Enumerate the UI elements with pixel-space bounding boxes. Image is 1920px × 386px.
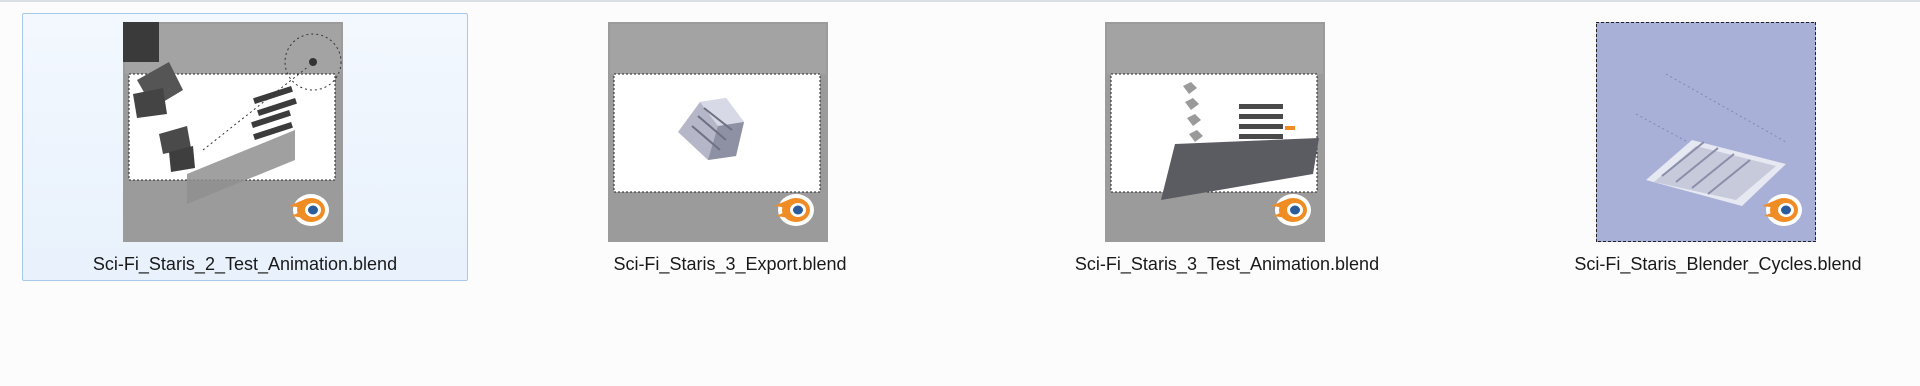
file-name: Sci-Fi_Staris_Blender_Cycles.blend [1574, 254, 1862, 274]
file-thumbnail [1105, 22, 1325, 242]
file-name: Sci-Fi_Staris_3_Test_Animation.blend [1074, 254, 1380, 274]
file-grid: Sci-Fi_Staris_2_Test_Animation.blend Sci… [0, 0, 1920, 386]
file-name: Sci-Fi_Staris_3_Export.blend [613, 254, 847, 274]
file-thumbnail [123, 22, 343, 242]
file-thumbnail [608, 22, 828, 242]
file-item[interactable]: Sci-Fi_Staris_2_Test_Animation.blend [22, 13, 468, 281]
file-thumbnail [1596, 22, 1816, 242]
file-name: Sci-Fi_Staris_2_Test_Animation.blend [92, 254, 398, 274]
file-item[interactable]: Sci-Fi_Staris_3_Export.blend [507, 13, 953, 281]
file-item[interactable]: Sci-Fi_Staris_Blender_Cycles.blend [1495, 13, 1920, 281]
file-item[interactable]: Sci-Fi_Staris_3_Test_Animation.blend [1004, 13, 1450, 281]
